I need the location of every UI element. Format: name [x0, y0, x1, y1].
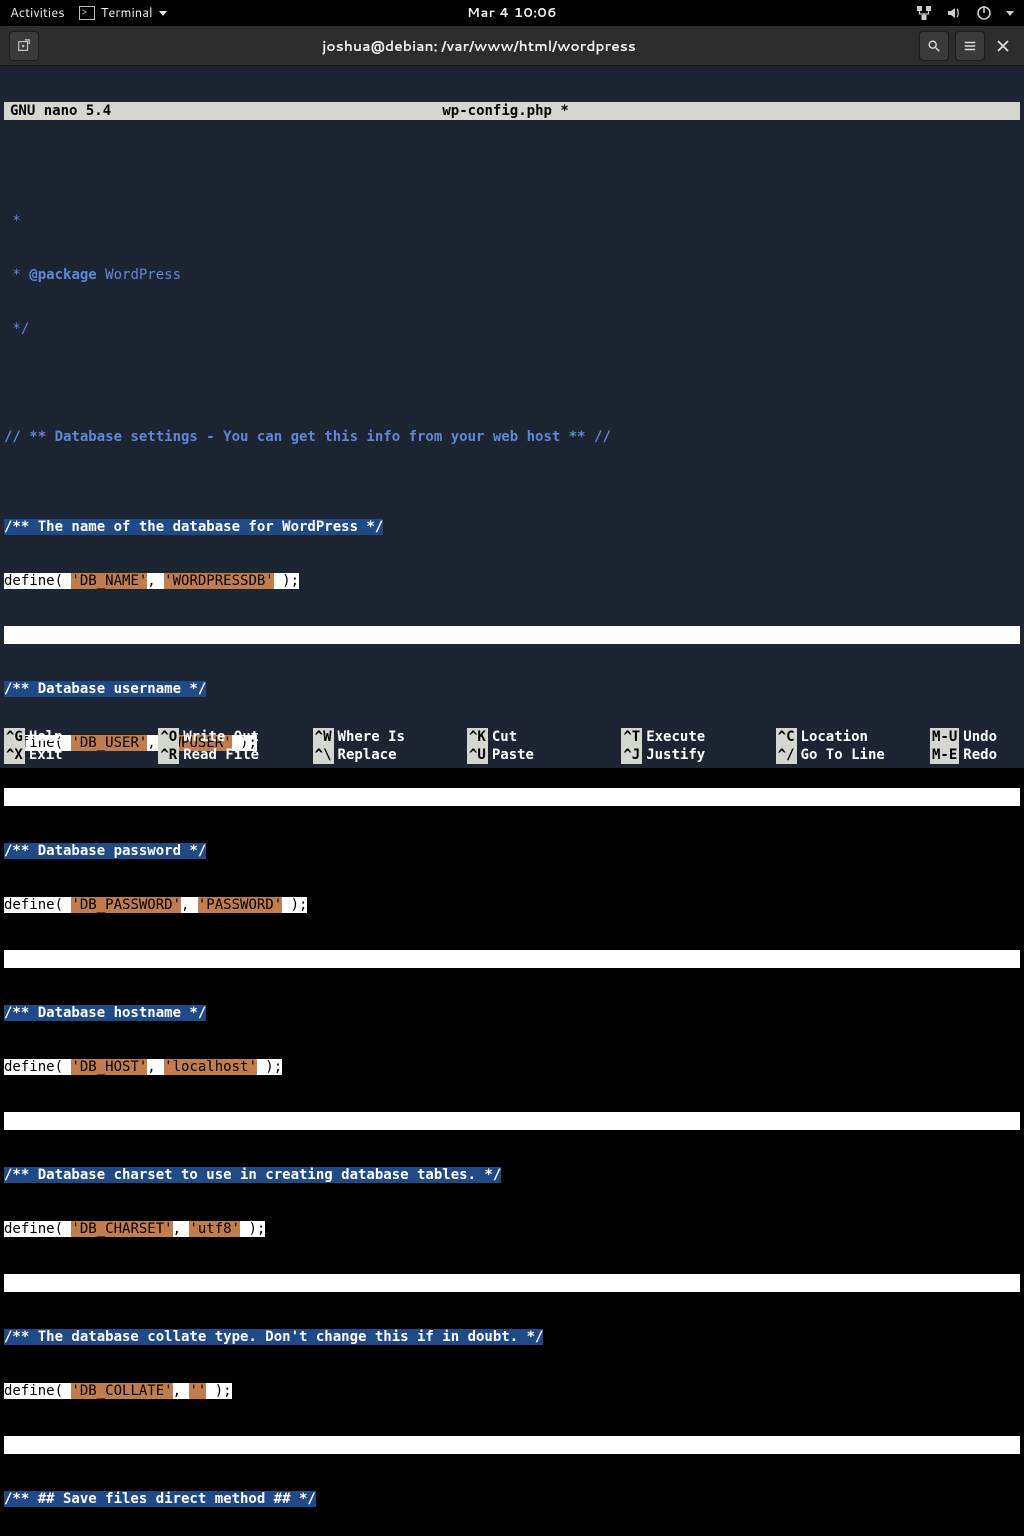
code-line: // ** Database settings - You can get th…	[4, 429, 611, 445]
code-line: *	[4, 267, 29, 283]
code-line: /** The database collate type. Don't cha…	[4, 1329, 543, 1345]
terminal-icon	[79, 6, 95, 20]
system-status-area[interactable]	[916, 5, 1014, 21]
shortcut-paste: ^UPaste	[467, 746, 613, 764]
code-line: /** Database charset to use in creating …	[4, 1167, 501, 1183]
editor-content: * * @package WordPress */ // ** Database…	[4, 174, 1020, 1536]
shortcut-whereis: ^WWhere Is	[313, 728, 459, 746]
window-title: joshua@debian: /var/www/html/wordpress	[42, 36, 916, 56]
app-menu[interactable]: Terminal	[79, 4, 167, 22]
shortcut-readfile: ^RRead File	[158, 746, 304, 764]
shortcut-gotoline: ^/Go To Line	[776, 746, 922, 764]
app-menu-label: Terminal	[101, 4, 153, 22]
search-button[interactable]	[919, 31, 949, 61]
code-line: /** ## Save files direct method ## */	[4, 1491, 316, 1507]
code-line: define(	[4, 1059, 71, 1075]
code-line: */	[4, 321, 29, 337]
activities-button[interactable]: Activities	[10, 4, 65, 22]
shortcut-exit: ^XExit	[4, 746, 150, 764]
code-line: /** The name of the database for WordPre…	[4, 519, 383, 535]
code-line: /** Database username */	[4, 681, 206, 697]
clock[interactable]: Mar 4 10:06	[467, 4, 557, 22]
new-tab-button[interactable]	[9, 31, 39, 61]
shortcut-justify: ^JJustify	[621, 746, 767, 764]
code-line: define(	[4, 1383, 71, 1399]
code-line: *	[4, 213, 21, 229]
shortcut-help: ^GHelp	[4, 728, 150, 746]
shortcut-replace: ^\Replace	[313, 746, 459, 764]
shortcut-writeout: ^OWrite Out	[158, 728, 304, 746]
gnome-top-bar: Activities Terminal Mar 4 10:06	[0, 0, 1024, 26]
code-line: /** Database password */	[4, 843, 206, 859]
code-line: /** Database hostname */	[4, 1005, 206, 1021]
window-titlebar: joshua@debian: /var/www/html/wordpress	[0, 26, 1024, 66]
nano-version: GNU nano 5.4	[4, 102, 111, 120]
close-button[interactable]	[988, 31, 1018, 61]
shortcut-execute: ^TExecute	[621, 728, 767, 746]
code-line: define(	[4, 573, 71, 589]
power-icon	[976, 5, 992, 21]
shortcut-redo: M-ERedo	[930, 746, 1020, 764]
code-line: define(	[4, 897, 71, 913]
shortcut-undo: M-UUndo	[930, 728, 1020, 746]
chevron-down-icon	[1006, 11, 1014, 16]
nano-title-bar: GNU nano 5.4 wp-config.php *	[4, 102, 1020, 120]
terminal-area[interactable]: GNU nano 5.4 wp-config.php * * * @packag…	[0, 66, 1024, 768]
code-line: define(	[4, 1221, 71, 1237]
network-icon	[916, 5, 932, 21]
shortcut-cut: ^KCut	[467, 728, 613, 746]
nano-filename: wp-config.php *	[111, 102, 900, 120]
volume-icon	[946, 5, 962, 21]
shortcut-location: ^CLocation	[776, 728, 922, 746]
chevron-down-icon	[159, 11, 167, 16]
hamburger-menu-button[interactable]	[955, 31, 985, 61]
nano-shortcut-bar: ^GHelp ^OWrite Out ^WWhere Is ^KCut ^TEx…	[4, 728, 1020, 764]
